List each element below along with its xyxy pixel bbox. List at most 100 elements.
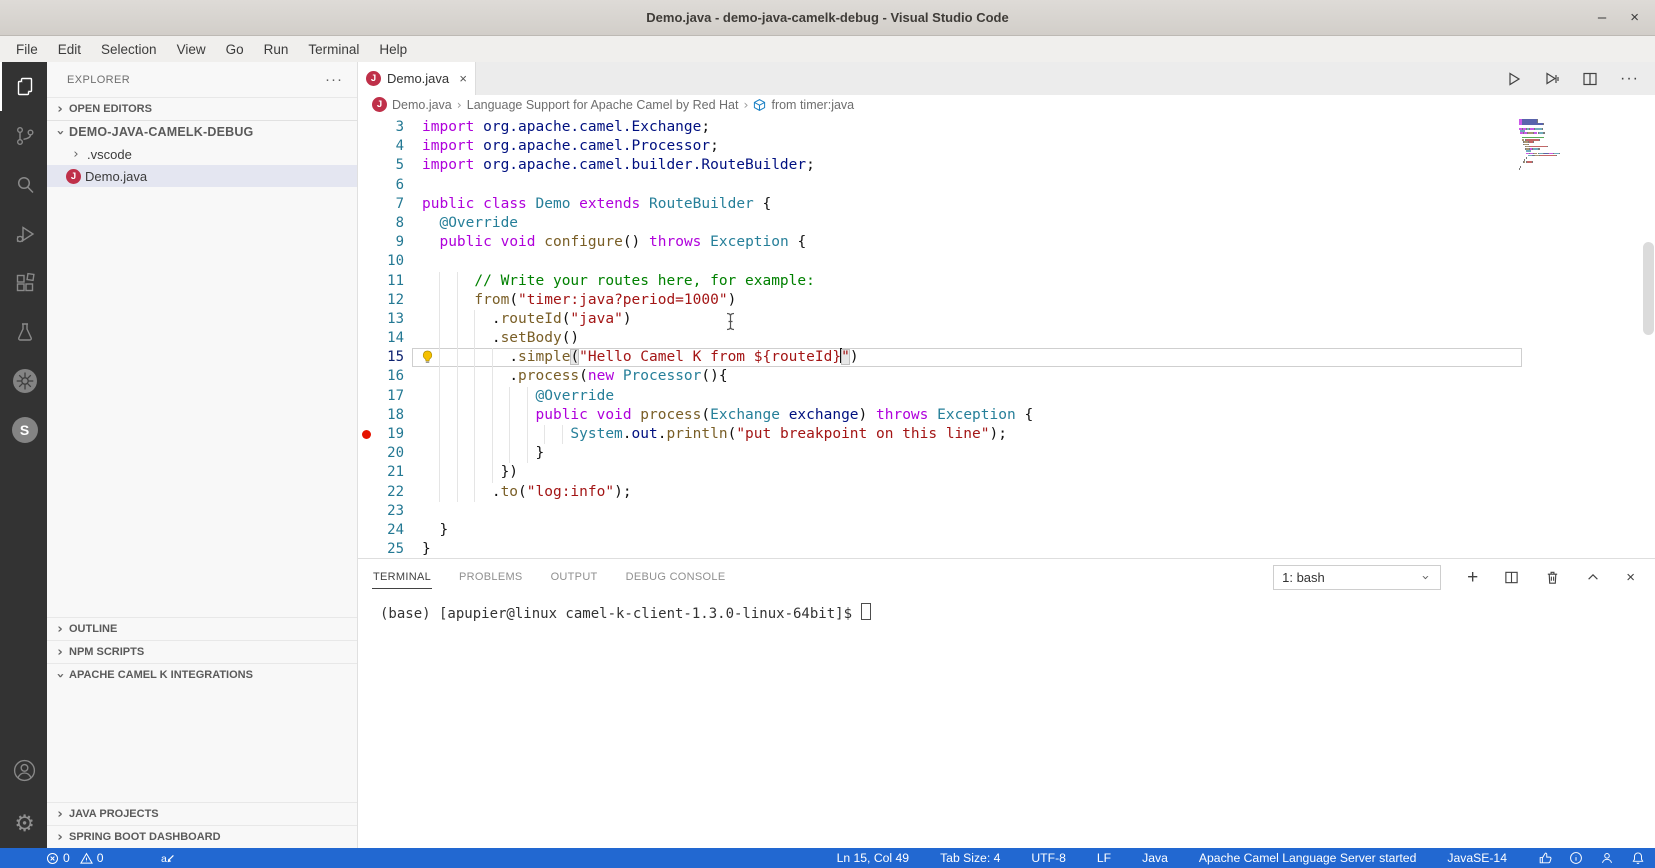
bell-icon[interactable]	[1631, 851, 1645, 865]
explorer-more-actions-icon[interactable]: ···	[325, 71, 343, 88]
code-line[interactable]: 17 @Override	[358, 386, 1655, 406]
run-file-icon[interactable]	[1506, 71, 1522, 87]
run-and-debug-icon[interactable]	[1544, 71, 1560, 87]
terminal-select[interactable]: 1: bash ›	[1273, 564, 1442, 590]
editor-more-actions-icon[interactable]: ···	[1620, 70, 1639, 88]
language-mode[interactable]: Java	[1142, 851, 1168, 865]
menu-view[interactable]: View	[167, 39, 216, 60]
close-window-button[interactable]: ×	[1630, 10, 1639, 25]
line-content[interactable]: import org.apache.camel.Exchange;	[412, 118, 1522, 137]
run-debug-icon[interactable]	[0, 209, 47, 258]
close-panel-icon[interactable]: ×	[1626, 569, 1635, 586]
section-workspace-root[interactable]: › DEMO-JAVA-CAMELK-DEBUG	[47, 120, 357, 143]
code-line[interactable]: 3 import org.apache.camel.Exchange;	[358, 118, 1655, 137]
search-icon[interactable]	[0, 160, 47, 209]
feedback-icon[interactable]	[1600, 851, 1614, 865]
section-outline[interactable]: › OUTLINE	[47, 617, 357, 640]
code-line[interactable]: 23	[358, 502, 1655, 521]
code-line[interactable]: 21 })	[358, 463, 1655, 483]
menu-run[interactable]: Run	[254, 39, 299, 60]
encoding[interactable]: UTF-8	[1031, 851, 1066, 865]
line-content[interactable]: .simple("Hello Camel K from ${routeId}")	[412, 348, 1522, 368]
explorer-icon[interactable]	[0, 62, 47, 111]
code-line[interactable]: 8 @Override	[358, 214, 1655, 233]
code-line[interactable]: 10	[358, 252, 1655, 271]
line-content[interactable]	[412, 176, 1522, 195]
minimize-button[interactable]: –	[1598, 10, 1606, 25]
section-npm-scripts[interactable]: › NPM SCRIPTS	[47, 640, 357, 663]
settings-gear-icon[interactable]: ⚙	[0, 799, 47, 848]
code-line[interactable]: 24 }	[358, 521, 1655, 540]
section-java-projects[interactable]: › JAVA PROJECTS	[47, 802, 357, 825]
language-status-icon[interactable]: a	[160, 851, 175, 865]
breakpoint-icon[interactable]	[361, 430, 371, 440]
problems-status[interactable]: 0 0	[46, 851, 104, 865]
split-terminal-icon[interactable]	[1504, 570, 1519, 585]
line-content[interactable]: .routeId("java")	[412, 309, 1522, 330]
camel-ls-status[interactable]: Apache Camel Language Server started	[1199, 851, 1416, 865]
new-terminal-icon[interactable]: +	[1467, 568, 1478, 587]
code-line[interactable]: 6	[358, 176, 1655, 195]
menu-selection[interactable]: Selection	[91, 39, 167, 60]
menu-help[interactable]: Help	[369, 39, 417, 60]
lightbulb-icon[interactable]	[421, 350, 434, 365]
code-line[interactable]: 16 .process(new Processor(){	[358, 367, 1655, 387]
tab-output[interactable]: OUTPUT	[550, 565, 599, 589]
source-control-icon[interactable]	[0, 111, 47, 160]
code-line[interactable]: 22 .to("log:info");	[358, 482, 1655, 502]
breadcrumb-item-extension[interactable]: Language Support for Apache Camel by Red…	[467, 98, 739, 112]
tab-debug-console[interactable]: DEBUG CONSOLE	[625, 565, 727, 589]
eol[interactable]: LF	[1097, 851, 1111, 865]
code-line[interactable]: 18 public void process(Exchange exchange…	[358, 405, 1655, 425]
close-tab-icon[interactable]: ×	[459, 71, 467, 86]
tree-item-vscode[interactable]: › .vscode	[47, 143, 357, 165]
code-line[interactable]: 12 from("timer:java?period=1000")	[358, 290, 1655, 310]
code-line[interactable]: 20 }	[358, 444, 1655, 464]
line-content[interactable]: }	[412, 444, 1522, 464]
code-line[interactable]: 11 // Write your routes here, for exampl…	[358, 271, 1655, 291]
menu-terminal[interactable]: Terminal	[298, 39, 369, 60]
line-content[interactable]: @Override	[412, 386, 1522, 406]
line-content[interactable]: from("timer:java?period=1000")	[412, 290, 1522, 310]
split-editor-icon[interactable]	[1582, 71, 1598, 87]
account-icon[interactable]	[0, 746, 47, 795]
thumbs-up-icon[interactable]	[1538, 851, 1552, 865]
tab-size[interactable]: Tab Size: 4	[940, 851, 1000, 865]
line-content[interactable]: // Write your routes here, for example:	[412, 271, 1522, 291]
info-icon[interactable]	[1569, 851, 1583, 865]
maximize-panel-icon[interactable]	[1586, 570, 1600, 584]
code-line[interactable]: 7 public class Demo extends RouteBuilder …	[358, 195, 1655, 214]
code-line[interactable]: 9 public void configure() throws Excepti…	[358, 233, 1655, 252]
line-content[interactable]	[412, 502, 1522, 521]
line-content[interactable]: System.out.println("put breakpoint on th…	[412, 425, 1522, 445]
line-content[interactable]: .process(new Processor(){	[412, 367, 1522, 387]
line-content[interactable]: @Override	[412, 214, 1522, 233]
code-line[interactable]: 13 .routeId("java")	[358, 309, 1655, 330]
editor-scrollbar[interactable]	[1643, 242, 1654, 335]
line-content[interactable]: }	[412, 521, 1522, 540]
test-beaker-icon[interactable]	[0, 307, 47, 356]
tab-terminal[interactable]: TERMINAL	[372, 565, 433, 589]
menu-file[interactable]: File	[6, 39, 48, 60]
line-content[interactable]: public void process(Exchange exchange) t…	[412, 405, 1522, 425]
breadcrumb-item-symbol[interactable]: from timer:java	[771, 98, 854, 112]
line-content[interactable]: })	[412, 463, 1522, 483]
line-content[interactable]: .setBody()	[412, 329, 1522, 349]
code-line[interactable]: 5 import org.apache.camel.builder.RouteBu…	[358, 156, 1655, 175]
code-lines[interactable]: 3 import org.apache.camel.Exchange; 4 impor…	[358, 118, 1655, 558]
cursor-position[interactable]: Ln 15, Col 49	[837, 851, 910, 865]
kill-terminal-icon[interactable]	[1545, 570, 1560, 585]
line-content[interactable]: public class Demo extends RouteBuilder {	[412, 195, 1522, 214]
line-content[interactable]: public void configure() throws Exception…	[412, 233, 1522, 252]
line-content[interactable]: import org.apache.camel.builder.RouteBui…	[412, 156, 1522, 175]
section-spring-boot-dashboard[interactable]: › SPRING BOOT DASHBOARD	[47, 825, 357, 848]
terminal-content[interactable]: (base) [apupier@linux camel-k-client-1.3…	[358, 595, 1655, 623]
code-line[interactable]: 15 .simple("Hello Camel K from ${routeId…	[358, 348, 1655, 368]
line-content[interactable]: .to("log:info");	[412, 482, 1522, 502]
tab-demo-java[interactable]: J Demo.java ×	[358, 62, 476, 95]
menu-edit[interactable]: Edit	[48, 39, 91, 60]
line-content[interactable]: import org.apache.camel.Processor;	[412, 137, 1522, 156]
menu-go[interactable]: Go	[216, 39, 254, 60]
code-line[interactable]: 4 import org.apache.camel.Processor;	[358, 137, 1655, 156]
minimap[interactable]	[1519, 119, 1593, 170]
